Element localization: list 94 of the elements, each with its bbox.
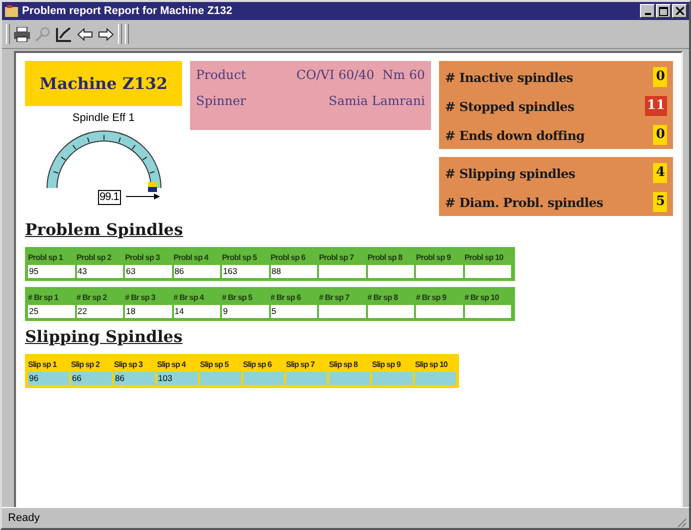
value-field: 88 [270, 265, 317, 278]
column-header: Slip sp 9 [372, 359, 402, 371]
value-field [243, 372, 284, 385]
column-header: Slip sp 7 [286, 359, 316, 371]
gauge-marker [148, 182, 158, 192]
counter-label: # Slipping spindles [445, 166, 576, 180]
machine-title: Machine Z132 [25, 61, 182, 106]
column-header: Probl sp 6 [270, 252, 306, 264]
column-header: Probl sp 1 [28, 252, 64, 264]
counter-value: 11 [644, 96, 667, 116]
value-field: 5 [270, 305, 317, 318]
counter-value: 4 [653, 163, 667, 183]
counter-label: # Ends down doffing [445, 128, 585, 142]
value-field [464, 305, 511, 318]
value-field [372, 372, 413, 385]
value-field: 25 [28, 305, 74, 318]
value-field: 63 [125, 265, 172, 278]
value-field: 163 [222, 265, 268, 278]
value-field: 86 [114, 372, 155, 385]
minimize-button[interactable] [640, 4, 655, 18]
maximize-icon [659, 6, 668, 16]
column-header: Probl sp 9 [416, 252, 452, 264]
counter-value: 0 [653, 67, 667, 87]
section-heading: Slipping Spindles [25, 327, 184, 346]
chart-pen-icon[interactable] [56, 26, 72, 42]
value-field: 103 [157, 372, 198, 385]
column-header: Probl sp 2 [76, 252, 112, 264]
column-header: Probl sp 7 [319, 252, 355, 264]
info-value: Samia Lamrani [328, 93, 425, 108]
value-field [319, 265, 366, 278]
column-header: Slip sp 1 [28, 359, 58, 371]
info-value: CO/VI 60/40 Nm 60 [296, 67, 425, 82]
counter-value: 0 [653, 125, 667, 145]
close-button[interactable] [672, 4, 687, 18]
printer-icon[interactable] [14, 26, 30, 42]
window-title: Problem report Report for Machine Z132 [22, 5, 234, 17]
value-field [286, 372, 327, 385]
gauge-reading: 99.1 [98, 190, 121, 205]
column-header: Probl sp 3 [125, 252, 161, 264]
value-field [416, 265, 462, 278]
info-label: Product [196, 67, 246, 82]
counter-label: # Inactive spindles [445, 70, 573, 84]
column-header: # Br sp 2 [76, 292, 108, 304]
counter-value: 5 [653, 192, 667, 212]
column-header: # Br sp 1 [28, 292, 60, 304]
value-field: 14 [174, 305, 220, 318]
value-field: 22 [76, 305, 123, 318]
value-field [368, 265, 414, 278]
column-header: Probl sp 10 [464, 252, 504, 264]
value-field [200, 372, 241, 385]
column-header: Slip sp 8 [329, 359, 359, 371]
column-header: Probl sp 8 [368, 252, 404, 264]
column-header: Slip sp 2 [71, 359, 101, 371]
value-field: 9 [222, 305, 268, 318]
status-text: Ready [8, 512, 40, 524]
value-field: 43 [76, 265, 123, 278]
column-header: # Br sp 8 [368, 292, 399, 304]
value-field: 66 [71, 372, 112, 385]
counter-label: # Stopped spindles [445, 98, 574, 114]
resize-grip-icon[interactable] [676, 517, 687, 528]
value-field: 95 [28, 265, 74, 278]
back-arrow-icon[interactable] [77, 26, 93, 42]
value-field [329, 372, 370, 385]
forward-arrow-icon[interactable] [98, 26, 114, 42]
value-field [416, 305, 462, 318]
column-header: Probl sp 4 [174, 252, 210, 264]
pointer-arrow [126, 193, 160, 200]
column-header: Slip sp 6 [243, 359, 273, 371]
gauge-title: Spindle Eff 1 [72, 112, 135, 124]
value-field [415, 372, 456, 385]
value-field: 18 [125, 305, 172, 318]
column-header: Slip sp 10 [415, 359, 448, 371]
column-header: # Br sp 5 [222, 292, 254, 304]
value-field [464, 265, 511, 278]
column-header: Slip sp 4 [157, 359, 187, 371]
column-header: # Br sp 3 [125, 292, 156, 304]
value-field [368, 305, 414, 318]
info-label: Spinner [196, 93, 246, 108]
column-header: Slip sp 3 [114, 359, 144, 371]
column-header: # Br sp 4 [174, 292, 205, 304]
maximize-button[interactable] [656, 4, 671, 18]
column-header: Probl sp 5 [222, 252, 258, 264]
app-icon [5, 5, 18, 17]
close-icon [676, 7, 684, 15]
column-header: # Br sp 9 [416, 292, 448, 304]
counter-label: # Diam. Probl. spindles [445, 194, 604, 210]
value-field [319, 305, 366, 318]
column-header: # Br sp 10 [464, 292, 500, 304]
column-header: Slip sp 5 [200, 359, 230, 371]
column-header: # Br sp 7 [319, 292, 350, 304]
column-header: # Br sp 6 [270, 292, 302, 304]
value-field: 86 [174, 265, 220, 278]
value-field: 96 [28, 372, 69, 385]
section-heading: Problem Spindles [25, 220, 184, 239]
